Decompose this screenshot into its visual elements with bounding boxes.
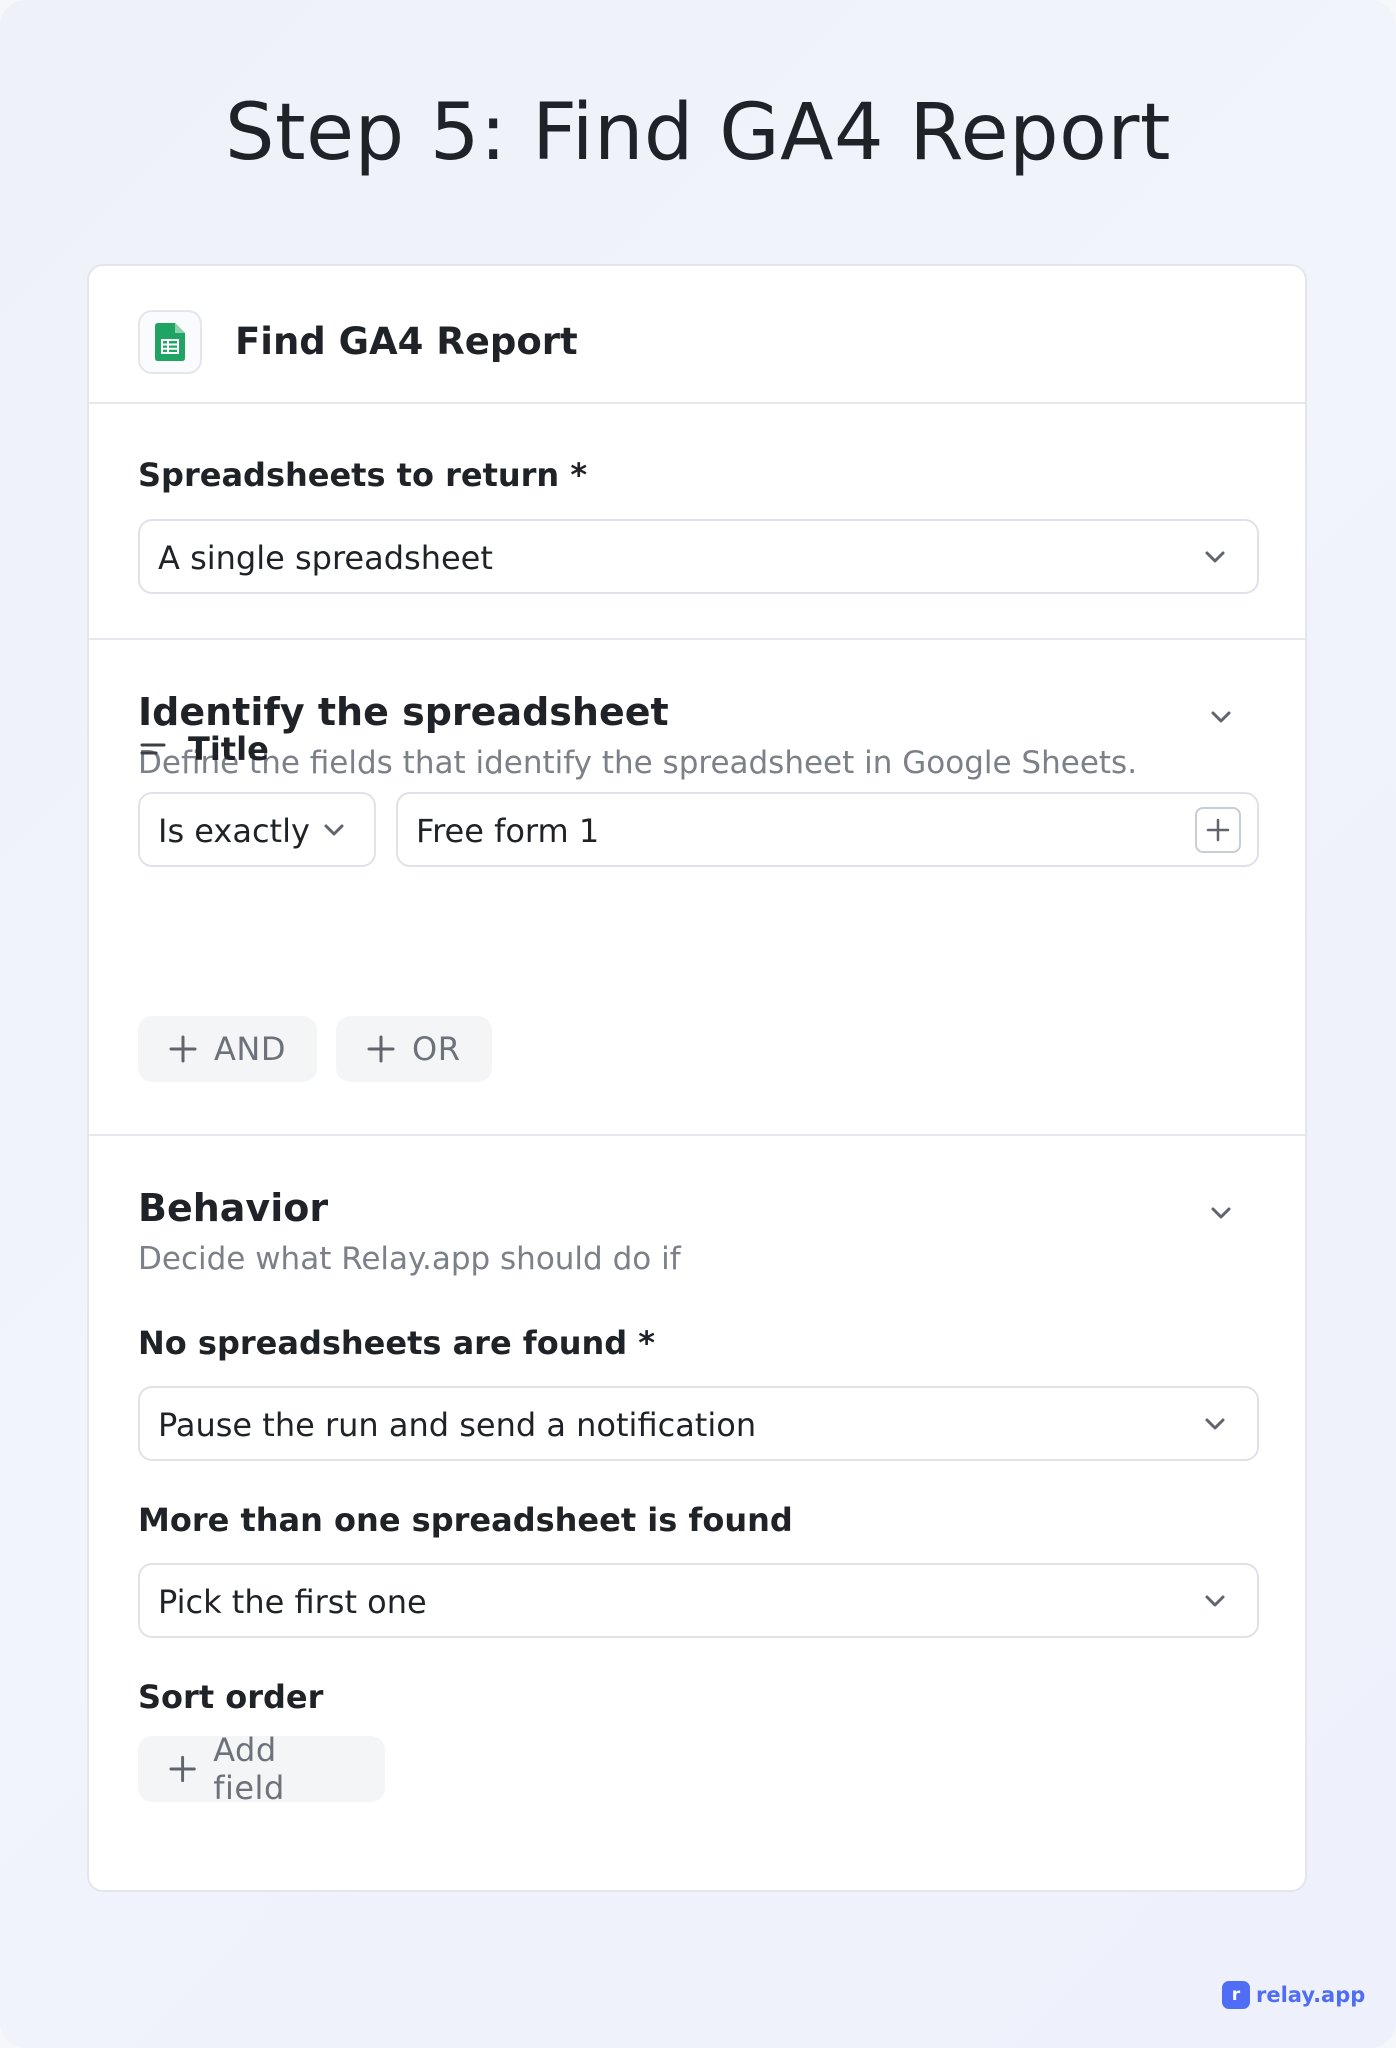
collapse-chevron-icon[interactable] [1207, 1199, 1235, 1227]
add-and-button[interactable]: AND [138, 1016, 317, 1082]
card-title: Find GA4 Report [235, 320, 578, 363]
no-spreadsheets-select[interactable]: Pause the run and send a notification [138, 1386, 1259, 1461]
or-label: OR [412, 1030, 461, 1068]
relay-app-logo: r relay.app [1222, 1981, 1365, 2009]
more-than-one-label: More than one spreadsheet is found [138, 1501, 793, 1539]
title-label-text: Title [188, 730, 269, 768]
spreadsheets-to-return-label: Spreadsheets to return * [138, 456, 587, 494]
and-label: AND [214, 1030, 286, 1068]
add-field-label: Add field [213, 1731, 285, 1807]
relay-logo-icon: r [1222, 1981, 1250, 2009]
spreadsheets-to-return-section: Spreadsheets to return * A single spread… [89, 402, 1305, 640]
behavior-subtitle: Decide what Relay.app should do if [138, 1241, 681, 1277]
identify-title: Identify the spreadsheet [138, 690, 669, 734]
operator-select[interactable]: Is exactly [138, 792, 376, 867]
title-field-label: Title [138, 730, 269, 768]
text-lines-icon [140, 743, 166, 755]
select-value: A single spreadsheet [158, 539, 493, 577]
add-or-button[interactable]: OR [336, 1016, 492, 1082]
page-background: Step 5: Find GA4 Report Find GA4 Report … [0, 0, 1396, 2048]
chevron-down-icon [1205, 1595, 1225, 1607]
required-mark: * [570, 456, 588, 494]
plus-icon [169, 1755, 196, 1783]
behavior-title: Behavior [138, 1186, 329, 1230]
chevron-down-icon [324, 824, 344, 836]
plus-icon [169, 1035, 197, 1063]
insert-variable-button[interactable] [1195, 807, 1241, 853]
step-card: Find GA4 Report Spreadsheets to return *… [87, 264, 1307, 1892]
more-than-one-select[interactable]: Pick the first one [138, 1563, 1259, 1638]
sort-order-label: Sort order [138, 1678, 324, 1716]
required-mark: * [638, 1324, 656, 1362]
collapse-chevron-icon[interactable] [1207, 703, 1235, 731]
title-value-input[interactable]: Free form 1 [396, 792, 1259, 867]
chevron-down-icon [1205, 1418, 1225, 1430]
spreadsheets-to-return-select[interactable]: A single spreadsheet [138, 519, 1259, 594]
select-value: Pick the first one [158, 1583, 427, 1621]
plus-icon [1206, 818, 1230, 842]
card-header: Find GA4 Report [89, 266, 1305, 404]
field-label-text: No spreadsheets are found [138, 1324, 628, 1362]
brand-name: relay.app [1256, 1983, 1366, 2007]
plus-icon [367, 1035, 395, 1063]
google-sheets-icon [138, 310, 202, 374]
operator-value: Is exactly [158, 812, 310, 850]
add-field-button[interactable]: Add field [138, 1731, 385, 1807]
field-label-text: Spreadsheets to return [138, 456, 560, 494]
behavior-section: Behavior Decide what Relay.app should do… [89, 1136, 1305, 1890]
page-title: Step 5: Find GA4 Report [225, 88, 1171, 178]
no-spreadsheets-label: No spreadsheets are found * [138, 1324, 655, 1362]
chevron-down-icon [1205, 551, 1225, 563]
select-value: Pause the run and send a notification [158, 1406, 757, 1444]
identify-subtitle: Define the fields that identify the spre… [138, 745, 1138, 781]
input-value: Free form 1 [416, 812, 600, 850]
